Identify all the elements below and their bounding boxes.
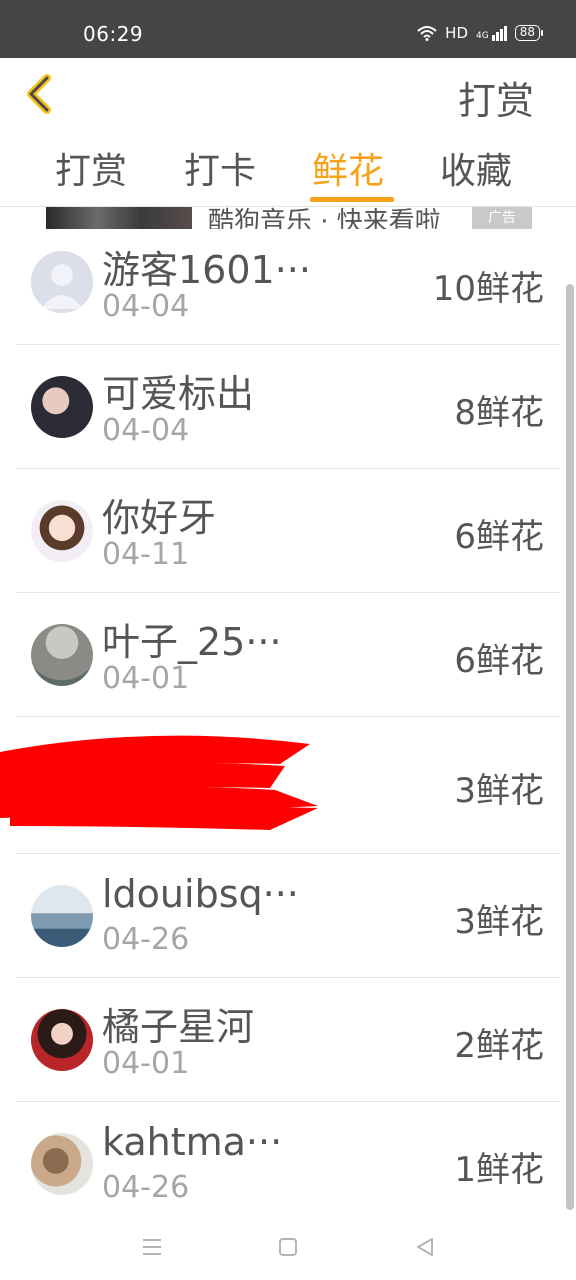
user-name: kahtma··· — [102, 1120, 283, 1164]
status-bar: 06:29 HD 4G 88 — [0, 0, 576, 58]
avatar — [31, 885, 93, 947]
user-name: 你好牙 — [102, 496, 217, 540]
network-type-label: HD — [445, 24, 469, 42]
date: 04-26 — [102, 1170, 190, 1205]
avatar — [31, 1009, 93, 1071]
ad-banner[interactable]: 酷狗音乐 · 快来看啦 广告 — [46, 207, 532, 229]
user-name: 橘子星河 — [102, 1005, 255, 1049]
list-item[interactable]: 你好牙 04-11 6鲜花 — [16, 469, 560, 593]
list-item[interactable]: 可爱标出 04-04 8鲜花 — [16, 345, 560, 469]
list-item[interactable]: kahtma··· 04-26 1鲜花 — [16, 1102, 560, 1212]
page-title: 打赏 — [457, 79, 534, 123]
tab-flowers[interactable]: 鲜花 — [312, 142, 384, 194]
flower-count: 3鲜花 — [454, 771, 544, 811]
default-user-icon — [31, 251, 93, 313]
flower-count: 6鲜花 — [454, 517, 544, 557]
back-nav-button[interactable] — [410, 1232, 440, 1262]
battery-icon: 88 — [514, 25, 544, 41]
tab-reward[interactable]: 打赏 — [55, 142, 127, 194]
scrollbar[interactable] — [566, 284, 574, 1210]
user-name: ldouibsq··· — [102, 872, 299, 916]
avatar — [31, 500, 93, 562]
square-icon — [279, 1238, 297, 1256]
list-item[interactable]: 橘子星河 04-01 2鲜花 — [16, 978, 560, 1102]
date: 04-04 — [102, 413, 190, 448]
signal-icon: 4G — [476, 25, 507, 41]
wifi-icon — [417, 26, 437, 41]
avatar — [31, 376, 93, 438]
date: 04-01 — [102, 1046, 190, 1081]
avatar — [31, 1133, 93, 1195]
ad-thumbnail — [46, 207, 192, 229]
signal-label: 4G — [476, 30, 489, 41]
flower-list: 游客1601··· 04-04 10鲜花 可爱标出 04-04 8鲜花 你好牙 … — [16, 229, 560, 1212]
flower-count: 3鲜花 — [454, 902, 544, 942]
menu-button[interactable] — [137, 1232, 167, 1262]
list-item[interactable]: 游客1601··· 04-04 10鲜花 — [16, 229, 560, 345]
flower-count: 2鲜花 — [454, 1026, 544, 1066]
date: 04-01 — [102, 661, 190, 696]
user-name: 叶子_25··· — [102, 620, 282, 664]
ad-text: 酷狗音乐 · 快来看啦 — [208, 207, 441, 229]
status-time: 06:29 — [83, 22, 144, 46]
flower-count: 6鲜花 — [454, 641, 544, 681]
flower-count: 10鲜花 — [432, 269, 544, 309]
tab-favorites[interactable]: 收藏 — [440, 142, 512, 194]
back-button[interactable] — [20, 72, 60, 116]
avatar — [31, 624, 93, 686]
menu-icon — [143, 1239, 161, 1255]
flower-count: 8鲜花 — [454, 393, 544, 433]
flower-count: 1鲜花 — [454, 1150, 544, 1190]
status-icons: HD 4G 88 — [417, 24, 544, 42]
header: 打赏 — [0, 58, 576, 128]
triangle-back-icon — [417, 1238, 433, 1256]
list-item[interactable]: 叶子_25··· 04-01 6鲜花 — [16, 593, 560, 717]
list-item[interactable]: ldouibsq··· 04-26 3鲜花 — [16, 854, 560, 978]
home-button[interactable] — [273, 1232, 303, 1262]
chevron-left-icon — [27, 74, 51, 114]
system-nav-bar — [0, 1212, 576, 1280]
user-name: 游客1601··· — [102, 248, 311, 292]
ad-tag: 广告 — [472, 207, 532, 229]
active-tab-indicator — [310, 197, 394, 202]
tab-bar: 打赏 打卡 鲜花 收藏 — [0, 130, 576, 206]
tab-checkin[interactable]: 打卡 — [184, 142, 256, 194]
date: 04-11 — [102, 537, 190, 572]
date: 04-04 — [102, 289, 190, 324]
user-name: 可爱标出 — [102, 372, 255, 416]
date: 04-26 — [102, 922, 190, 957]
redaction-scribble — [0, 735, 318, 830]
avatar — [31, 251, 93, 313]
